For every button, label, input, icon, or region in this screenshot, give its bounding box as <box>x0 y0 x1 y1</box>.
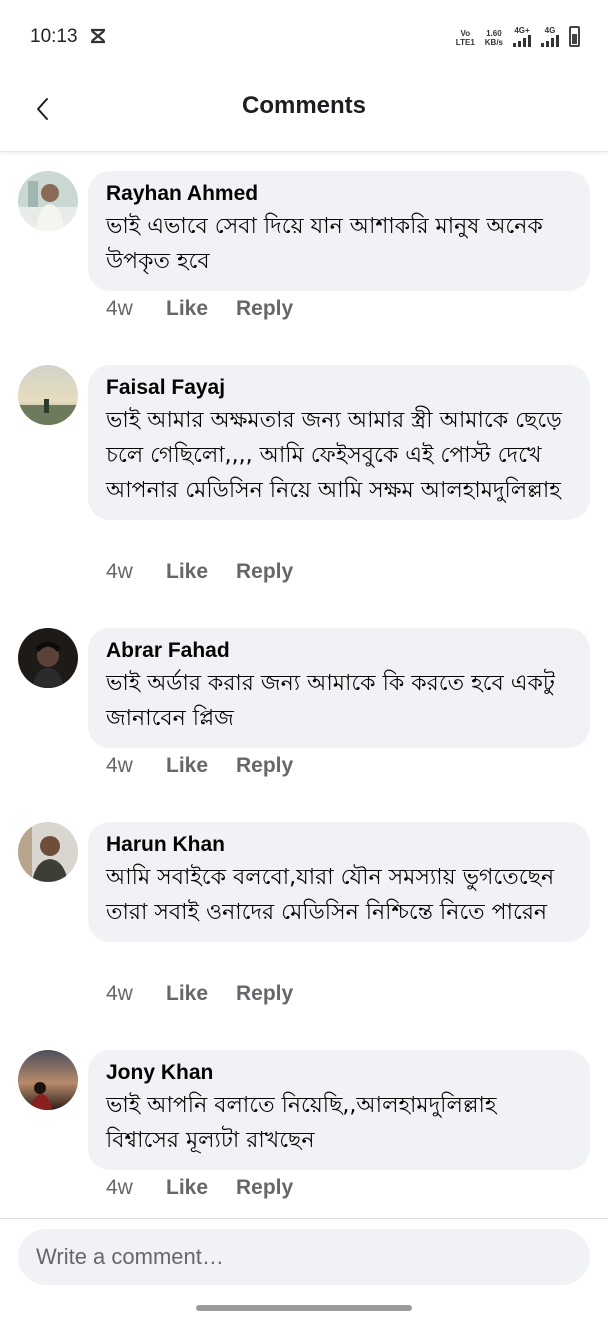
header: Comments <box>0 74 608 152</box>
comment-bubble: Abrar Fahad ভাই অর্ডার করার জন্য আমাকে ক… <box>88 628 590 748</box>
like-button[interactable]: Like <box>166 754 236 778</box>
comment-text: ভাই আপনি বলাতে নিয়েছি,,আলহামদুলিল্লাহ ব… <box>106 1093 497 1153</box>
like-button[interactable]: Like <box>166 560 236 584</box>
comment-author[interactable]: Rayhan Ahmed <box>106 181 572 207</box>
comment-actions: 4w Like Reply <box>106 754 293 778</box>
like-button[interactable]: Like <box>166 1176 236 1200</box>
like-button[interactable]: Like <box>166 982 236 1006</box>
avatar[interactable] <box>18 628 78 688</box>
comment-bubble: Jony Khan ভাই আপনি বলাতে নিয়েছি,,আলহামদ… <box>88 1050 590 1170</box>
avatar[interactable] <box>18 822 78 882</box>
avatar[interactable] <box>18 365 78 425</box>
avatar[interactable] <box>18 1050 78 1110</box>
comment-author[interactable]: Faisal Fayaj <box>106 375 572 401</box>
reply-button[interactable]: Reply <box>236 982 293 1006</box>
home-indicator[interactable] <box>196 1305 412 1311</box>
status-bar: 10:13 Vo LTE1 1.60 KB/s 4G+ 4G <box>0 0 608 74</box>
comment-bubble: Harun Khan আমি সবাইকে বলবো,যারা যৌন সমস্… <box>88 822 590 942</box>
page-title: Comments <box>241 92 367 119</box>
comment-author[interactable]: Abrar Fahad <box>106 638 572 664</box>
reply-button[interactable]: Reply <box>236 1176 293 1200</box>
comment-actions: 4w Like Reply <box>106 982 293 1006</box>
comment-author[interactable]: Harun Khan <box>106 832 572 858</box>
status-time: 10:13 <box>30 26 78 47</box>
comment-time: 4w <box>106 982 133 1005</box>
signal-icon-sim2: 4G <box>541 26 559 47</box>
signal-icon-sim1: 4G+ <box>513 26 531 47</box>
reply-button[interactable]: Reply <box>236 297 293 321</box>
like-button[interactable]: Like <box>166 297 236 321</box>
comment-time: 4w <box>106 1176 133 1199</box>
comment-bubble: Rayhan Ahmed ভাই এভাবে সেবা দিয়ে যান আশ… <box>88 171 590 291</box>
battery-icon <box>569 26 580 47</box>
volte-indicator: Vo LTE1 <box>455 29 475 47</box>
comment-author[interactable]: Jony Khan <box>106 1060 572 1086</box>
avatar[interactable] <box>18 171 78 231</box>
comment-text: আমি সবাইকে বলবো,যারা যৌন সমস্যায় ভুগতেছ… <box>106 865 555 925</box>
reply-button[interactable]: Reply <box>236 754 293 778</box>
comment-text: ভাই অর্ডার করার জন্য আমাকে কি করতে হবে এ… <box>106 671 555 731</box>
comments-list: Rayhan Ahmed ভাই এভাবে সেবা দিয়ে যান আশ… <box>0 152 608 1218</box>
comment-time: 4w <box>106 297 133 320</box>
notification-icon <box>91 28 105 44</box>
status-indicators: Vo LTE1 1.60 KB/s 4G+ 4G <box>456 26 580 47</box>
network-speed: 1.60 KB/s <box>484 29 503 47</box>
comment-composer <box>0 1218 608 1320</box>
reply-button[interactable]: Reply <box>236 560 293 584</box>
comment-text: ভাই এভাবে সেবা দিয়ে যান আশাকরি মানুষ অন… <box>106 214 543 274</box>
comment-input[interactable] <box>18 1229 590 1285</box>
comment-actions: 4w Like Reply <box>106 297 293 321</box>
comment-bubble: Faisal Fayaj ভাই আমার অক্ষমতার জন্য আমার… <box>88 365 590 520</box>
comment-actions: 4w Like Reply <box>106 560 293 584</box>
comment-text: ভাই আমার অক্ষমতার জন্য আমার স্ত্রী আমাকে… <box>106 408 562 503</box>
comment-time: 4w <box>106 754 133 777</box>
comment-time: 4w <box>106 560 133 583</box>
comment-actions: 4w Like Reply <box>106 1176 293 1200</box>
